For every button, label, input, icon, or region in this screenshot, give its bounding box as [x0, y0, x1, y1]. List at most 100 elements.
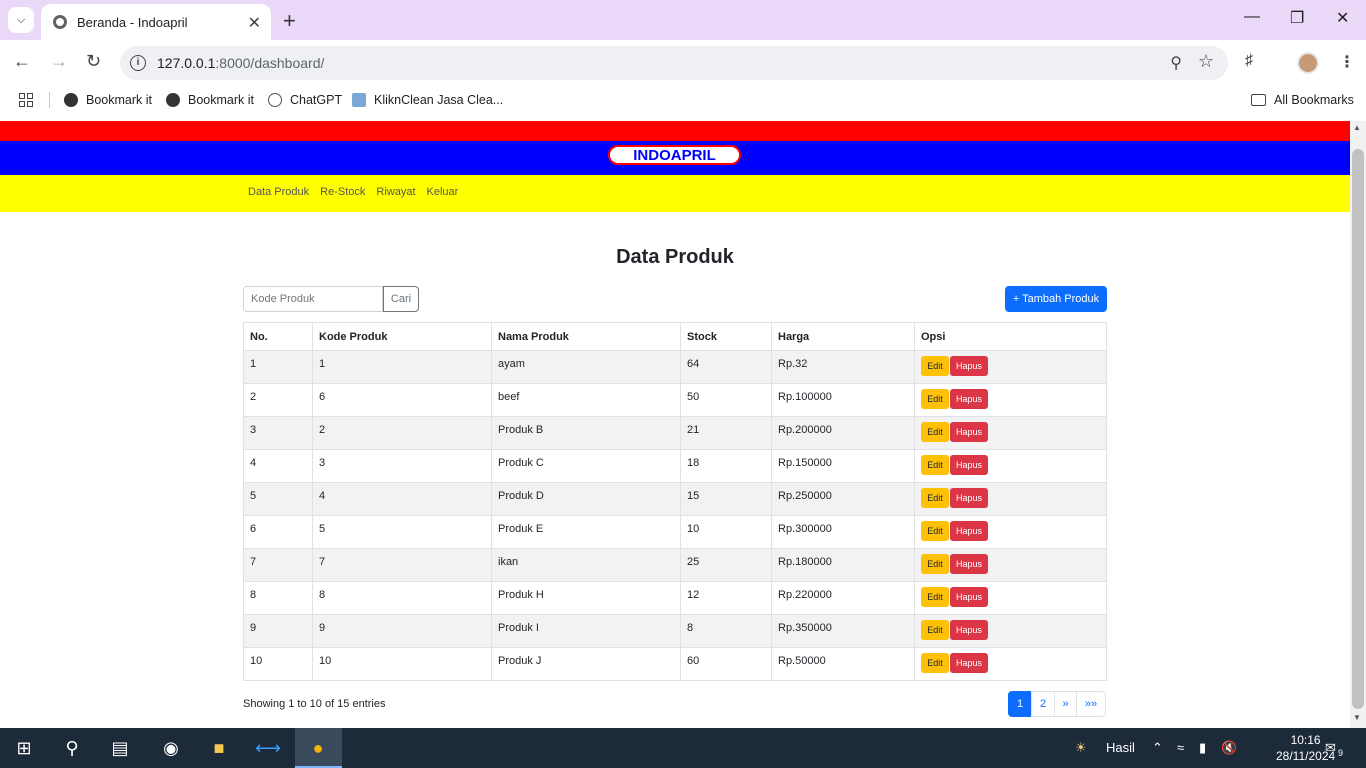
- search-icon[interactable]: ⚲: [59, 736, 85, 760]
- edit-button[interactable]: Edit: [921, 653, 949, 673]
- entries-info: Showing 1 to 10 of 15 entries: [243, 698, 386, 710]
- add-product-button[interactable]: + Tambah Produk: [1005, 286, 1107, 312]
- apps-grid-icon[interactable]: [19, 93, 33, 107]
- table-row: 9 9 Produk I 8 Rp.350000 Edit Hapus: [243, 614, 1107, 648]
- close-window-icon[interactable]: ✕: [1336, 8, 1349, 28]
- address-bar[interactable]: i 127.0.0.1:8000/dashboard/ ⚲ ☆: [120, 46, 1228, 80]
- wifi-icon[interactable]: ≈: [1177, 740, 1184, 755]
- file-explorer-icon[interactable]: ■: [206, 736, 232, 760]
- chrome-icon[interactable]: ●: [305, 736, 331, 760]
- site-brand[interactable]: INDOAPRIL: [608, 145, 741, 165]
- restore-icon[interactable]: ❐: [1290, 8, 1304, 28]
- windows-start-icon[interactable]: ⊞: [11, 736, 37, 760]
- search-button[interactable]: Cari: [383, 286, 419, 312]
- table-cell: Produk H: [491, 581, 681, 615]
- table-cell: 6: [243, 515, 313, 549]
- menu-kebab-icon[interactable]: ⋮: [1339, 52, 1355, 72]
- edit-button[interactable]: Edit: [921, 389, 949, 409]
- table-cell: 18: [680, 449, 772, 483]
- tray-chevron-up-icon[interactable]: ⌃: [1152, 740, 1163, 756]
- battery-icon[interactable]: ▮: [1199, 740, 1206, 756]
- edit-button[interactable]: Edit: [921, 356, 949, 376]
- delete-button[interactable]: Hapus: [950, 620, 988, 640]
- nav-riwayat[interactable]: Riwayat: [376, 186, 415, 198]
- edit-button[interactable]: Edit: [921, 422, 949, 442]
- minimize-icon[interactable]: —: [1244, 8, 1260, 26]
- table-cell: Rp.300000: [771, 515, 915, 549]
- bookmark-item[interactable]: Bookmark it: [64, 93, 152, 107]
- table-cell: Rp.50000: [771, 647, 915, 681]
- delete-button[interactable]: Hapus: [950, 653, 988, 673]
- edit-button[interactable]: Edit: [921, 488, 949, 508]
- extensions-icon[interactable]: ♯: [1245, 52, 1253, 70]
- product-table: No. Kode Produk Nama Produk Stock Harga …: [243, 322, 1107, 681]
- volume-muted-icon[interactable]: 🔇: [1221, 740, 1237, 756]
- page-last[interactable]: »»: [1076, 691, 1106, 717]
- scroll-down-icon[interactable]: ▼: [1353, 713, 1361, 722]
- delete-button[interactable]: Hapus: [950, 422, 988, 442]
- nav-restock[interactable]: Re-Stock: [320, 186, 365, 198]
- nav-data-produk[interactable]: Data Produk: [248, 186, 309, 198]
- bookmark-item[interactable]: KliknClean Jasa Clea...: [352, 93, 503, 107]
- table-cell-actions: Edit Hapus: [914, 350, 1107, 384]
- table-cell-actions: Edit Hapus: [914, 482, 1107, 516]
- edit-button[interactable]: Edit: [921, 554, 949, 574]
- weather-icon[interactable]: ☀: [1075, 740, 1087, 756]
- edit-button[interactable]: Edit: [921, 455, 949, 475]
- scroll-thumb[interactable]: [1352, 149, 1364, 709]
- globe-icon: [166, 93, 180, 107]
- edit-button[interactable]: Edit: [921, 521, 949, 541]
- table-row: 2 6 beef 50 Rp.100000 Edit Hapus: [243, 383, 1107, 417]
- delete-button[interactable]: Hapus: [950, 587, 988, 607]
- delete-button[interactable]: Hapus: [950, 389, 988, 409]
- page-1[interactable]: 1: [1008, 691, 1032, 717]
- vscode-icon[interactable]: ⟷: [255, 736, 281, 760]
- table-body: 1 1 ayam 64 Rp.32 Edit Hapus 2 6 beef 50 Rp.100000 E…: [243, 350, 1107, 681]
- delete-button[interactable]: Hapus: [950, 521, 988, 541]
- bookmark-item[interactable]: ChatGPT: [268, 93, 342, 107]
- close-tab-icon[interactable]: ✕: [248, 13, 261, 33]
- page-2[interactable]: 2: [1031, 691, 1055, 717]
- windows-taskbar: ⊞ ⚲ ▤ ◉ ■ ⟷ ● ☀ Hasil ⌃ ≈ ▮ 🔇 10:16 28/1…: [0, 728, 1366, 768]
- table-cell: Produk I: [491, 614, 681, 648]
- column-header: No.: [243, 322, 313, 351]
- camera-icon[interactable]: ◉: [158, 736, 184, 760]
- back-icon[interactable]: ←: [13, 51, 31, 72]
- notification-icon[interactable]: ✉: [1325, 740, 1336, 756]
- page-next[interactable]: »: [1054, 691, 1077, 717]
- edit-button[interactable]: Edit: [921, 620, 949, 640]
- reload-icon[interactable]: ↻: [86, 51, 101, 72]
- table-cell: 4: [243, 449, 313, 483]
- zoom-icon[interactable]: ⚲: [1170, 53, 1182, 73]
- search-input[interactable]: [243, 286, 383, 312]
- table-cell: Rp.100000: [771, 383, 915, 417]
- bookmark-item[interactable]: Bookmark it: [166, 93, 254, 107]
- profile-avatar[interactable]: [1297, 52, 1319, 74]
- delete-button[interactable]: Hapus: [950, 554, 988, 574]
- browser-tab[interactable]: Beranda - Indoapril ✕: [41, 4, 271, 40]
- table-cell: 9: [312, 614, 492, 648]
- edit-button[interactable]: Edit: [921, 587, 949, 607]
- scroll-up-icon[interactable]: ▲: [1353, 123, 1361, 132]
- delete-button[interactable]: Hapus: [950, 488, 988, 508]
- nav-keluar[interactable]: Keluar: [427, 186, 459, 198]
- forward-icon[interactable]: →: [50, 51, 68, 72]
- tab-title: Beranda - Indoapril: [77, 14, 188, 30]
- table-header-row: No. Kode Produk Nama Produk Stock Harga …: [243, 322, 1107, 351]
- bookmark-star-icon[interactable]: ☆: [1198, 51, 1214, 72]
- table-row: 4 3 Produk C 18 Rp.150000 Edit Hapus: [243, 449, 1107, 483]
- table-cell: 4: [312, 482, 492, 516]
- page-title: Data Produk: [616, 246, 734, 268]
- url-text[interactable]: 127.0.0.1:8000/dashboard/: [157, 55, 324, 71]
- new-tab-icon[interactable]: +: [283, 8, 296, 34]
- page-scrollbar[interactable]: ▲ ▼: [1350, 121, 1366, 728]
- delete-button[interactable]: Hapus: [950, 455, 988, 475]
- pagination: 1 2 » »»: [1008, 691, 1106, 717]
- bookmark-separator: [49, 92, 50, 108]
- task-view-icon[interactable]: ▤: [107, 736, 133, 760]
- delete-button[interactable]: Hapus: [950, 356, 988, 376]
- tab-search-dropdown[interactable]: ⌵: [8, 7, 34, 33]
- all-bookmarks[interactable]: All Bookmarks: [1251, 93, 1354, 107]
- site-info-icon[interactable]: i: [130, 55, 146, 71]
- weather-label[interactable]: Hasil: [1106, 740, 1135, 755]
